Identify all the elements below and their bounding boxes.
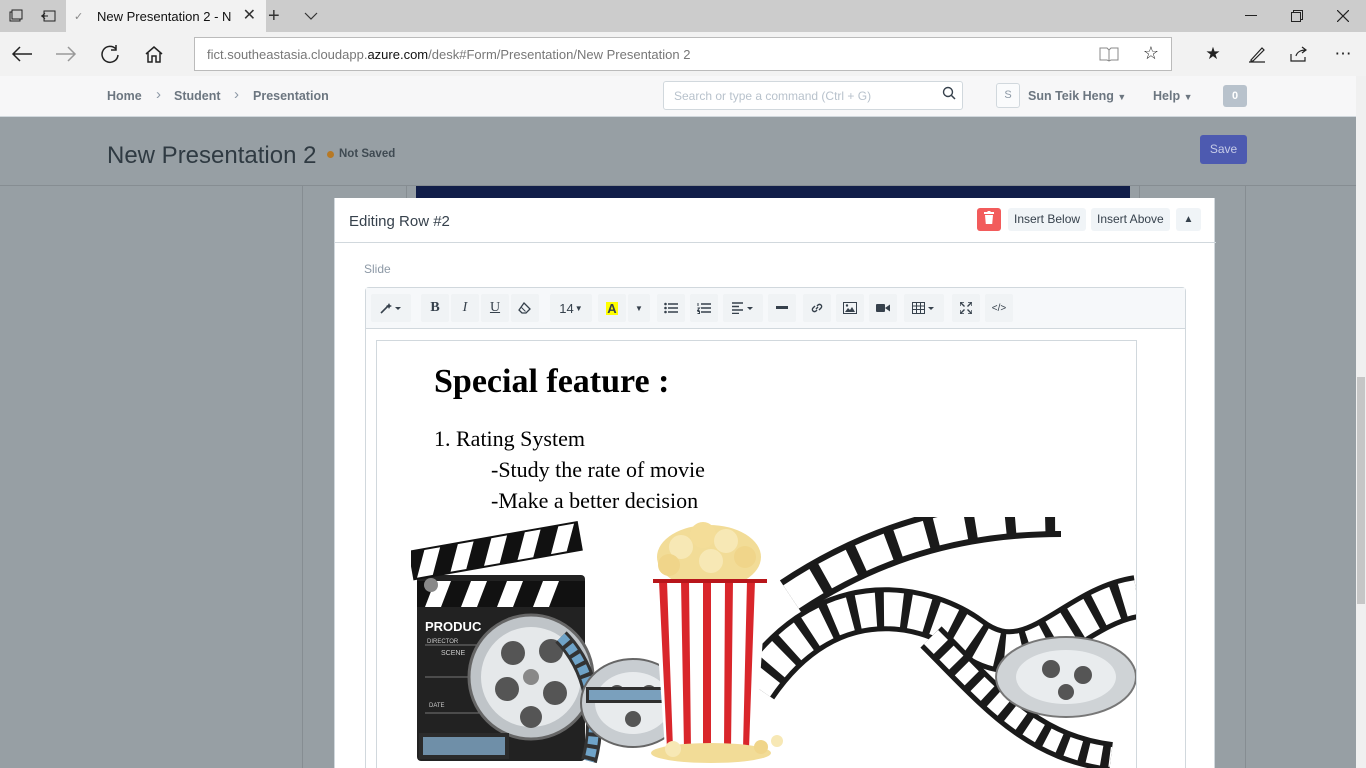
breadcrumb-presentation[interactable]: Presentation bbox=[253, 89, 329, 103]
delete-row-button[interactable] bbox=[977, 208, 1001, 231]
bullet-list-button[interactable] bbox=[657, 294, 685, 322]
svg-text:PRODUC: PRODUC bbox=[425, 619, 482, 634]
web-note-pen-icon[interactable] bbox=[1240, 38, 1274, 70]
minimize-icon[interactable] bbox=[1228, 0, 1274, 32]
status-dot-icon bbox=[327, 150, 334, 158]
insert-picture-button[interactable] bbox=[836, 294, 864, 322]
film-reel-right-icon bbox=[995, 636, 1136, 718]
insert-table-dropdown[interactable] bbox=[904, 294, 944, 322]
avatar[interactable]: S bbox=[996, 83, 1020, 108]
url-prefix: fict.southeastasia.cloudapp. bbox=[207, 46, 368, 62]
notification-badge[interactable]: 0 bbox=[1223, 85, 1247, 107]
status-indicator: Not Saved bbox=[327, 148, 395, 160]
breadcrumb-separator-icon: › bbox=[156, 86, 161, 103]
slide-line-rating-system: 1. Rating System bbox=[434, 426, 585, 451]
numbered-list-button[interactable] bbox=[690, 294, 718, 322]
forward-icon[interactable] bbox=[50, 38, 82, 70]
search-icon bbox=[942, 86, 956, 103]
italic-button[interactable]: I bbox=[451, 294, 479, 322]
browser-tab-bar: ✓ New Presentation 2 - N ✕ + bbox=[0, 0, 1366, 32]
caret-down-icon: ▼ bbox=[1117, 92, 1127, 102]
caret-down-icon: ▼ bbox=[574, 303, 583, 313]
app-navbar: Home › Student › Presentation Search or … bbox=[0, 76, 1356, 117]
svg-text:SCENE: SCENE bbox=[441, 650, 465, 657]
insert-above-button[interactable]: Insert Above bbox=[1091, 208, 1170, 231]
restore-icon[interactable] bbox=[1274, 0, 1320, 32]
previous-row-image bbox=[416, 186, 1130, 198]
tab-list-chevron-icon[interactable] bbox=[304, 8, 318, 26]
set-aside-tabs-icon[interactable] bbox=[32, 0, 64, 32]
status-text: Not Saved bbox=[339, 148, 396, 160]
slide-heading: Special feature : bbox=[434, 363, 670, 400]
code-view-button[interactable]: </> bbox=[985, 294, 1013, 322]
tab-actions-icon[interactable] bbox=[0, 0, 32, 32]
paragraph-align-dropdown[interactable] bbox=[723, 294, 763, 322]
tab-active[interactable]: ✓ New Presentation 2 - N ✕ bbox=[66, 0, 266, 32]
tab-title: New Presentation 2 - N bbox=[97, 8, 232, 24]
row-editor-header: Editing Row #2 Insert Below Insert Above… bbox=[335, 198, 1216, 243]
help-label: Help bbox=[1153, 89, 1181, 103]
trash-icon bbox=[984, 210, 994, 229]
breadcrumb-student[interactable]: Student bbox=[174, 89, 221, 103]
font-size-dropdown[interactable]: 14 ▼ bbox=[550, 294, 592, 322]
slide-rich-text-editor: B I U 14 ▼ A ▼ </> Special feature: 1. … bbox=[365, 287, 1186, 768]
color-caret-down-icon[interactable]: ▼ bbox=[628, 294, 650, 322]
close-window-icon[interactable] bbox=[1320, 0, 1366, 32]
underline-button[interactable]: U bbox=[481, 294, 509, 322]
insert-below-button[interactable]: Insert Below bbox=[1008, 208, 1087, 231]
browser-address-bar: fict.southeastasia.cloudapp. azure.com/de… bbox=[0, 32, 1366, 76]
popcorn-icon bbox=[651, 522, 783, 763]
grid-row-editor: Editing Row #2 Insert Below Insert Above… bbox=[334, 198, 1216, 768]
search-placeholder: Search or type a command (Ctrl + G) bbox=[674, 89, 872, 103]
breadcrumb-home[interactable]: Home bbox=[107, 89, 142, 103]
page-title: New Presentation 2 bbox=[107, 142, 317, 169]
reading-view-icon[interactable] bbox=[1099, 46, 1119, 65]
svg-text:DATE: DATE bbox=[429, 703, 445, 709]
url-path: /desk#Form/Presentation/New Presentation… bbox=[428, 46, 691, 62]
page-scrollbar-thumb[interactable] bbox=[1357, 377, 1365, 604]
bold-button[interactable]: B bbox=[421, 294, 449, 322]
user-menu-dropdown[interactable]: Sun Teik Heng ▼ bbox=[1028, 89, 1126, 103]
refresh-icon[interactable] bbox=[94, 38, 126, 70]
breadcrumb-separator-icon: › bbox=[234, 86, 239, 103]
save-button[interactable]: Save bbox=[1200, 135, 1247, 164]
fullscreen-expand-button[interactable] bbox=[952, 294, 980, 322]
movie-clipart-image: PRODUC DIRECTOR SCENE DATE bbox=[411, 517, 1136, 768]
insert-link-button[interactable] bbox=[803, 294, 831, 322]
help-dropdown[interactable]: Help ▼ bbox=[1153, 89, 1193, 103]
user-name: Sun Teik Heng bbox=[1028, 89, 1114, 103]
awesome-bar-search-input[interactable]: Search or type a command (Ctrl + G) bbox=[663, 81, 963, 110]
row-editor-title: Editing Row #2 bbox=[349, 213, 450, 230]
style-magic-wand-button[interactable] bbox=[371, 294, 411, 322]
clear-format-eraser-button[interactable] bbox=[511, 294, 539, 322]
page-head: New Presentation 2 Not Saved Save bbox=[0, 117, 1356, 186]
horizontal-rule-button[interactable] bbox=[768, 294, 796, 322]
font-size-value: 14 bbox=[559, 300, 574, 316]
collapse-row-button[interactable]: ▲ bbox=[1176, 208, 1201, 231]
highlight-letter: A bbox=[606, 300, 618, 316]
slide-content-area[interactable]: Special feature : 1. Rating System -Stud… bbox=[376, 340, 1137, 768]
share-icon[interactable] bbox=[1282, 38, 1316, 70]
more-menu-icon[interactable]: ⋯ bbox=[1326, 38, 1360, 70]
url-field[interactable]: fict.southeastasia.cloudapp. azure.com/de… bbox=[194, 37, 1172, 71]
close-tab-icon[interactable]: ✕ bbox=[243, 8, 256, 24]
favorite-star-icon[interactable]: ☆ bbox=[1143, 43, 1159, 64]
caret-down-icon: ▼ bbox=[1183, 92, 1193, 102]
insert-video-button[interactable] bbox=[869, 294, 897, 322]
back-icon[interactable] bbox=[6, 38, 38, 70]
slide-line-better-decision: -Make a better decision bbox=[491, 488, 699, 513]
home-icon[interactable] bbox=[138, 38, 170, 70]
new-tab-icon[interactable]: + bbox=[268, 5, 280, 28]
slide-field-label: Slide bbox=[364, 262, 391, 276]
url-domain: azure.com bbox=[367, 46, 429, 62]
editor-toolbar: B I U 14 ▼ A ▼ </> bbox=[366, 288, 1185, 329]
slide-line-study-rate: -Study the rate of movie bbox=[491, 457, 705, 482]
favorites-hub-icon[interactable]: ★ bbox=[1196, 38, 1230, 70]
highlight-color-button[interactable]: A bbox=[598, 294, 626, 322]
page-favicon-icon: ✓ bbox=[74, 10, 84, 23]
caret-up-icon: ▲ bbox=[1183, 214, 1194, 225]
svg-text:DIRECTOR: DIRECTOR bbox=[427, 639, 459, 645]
